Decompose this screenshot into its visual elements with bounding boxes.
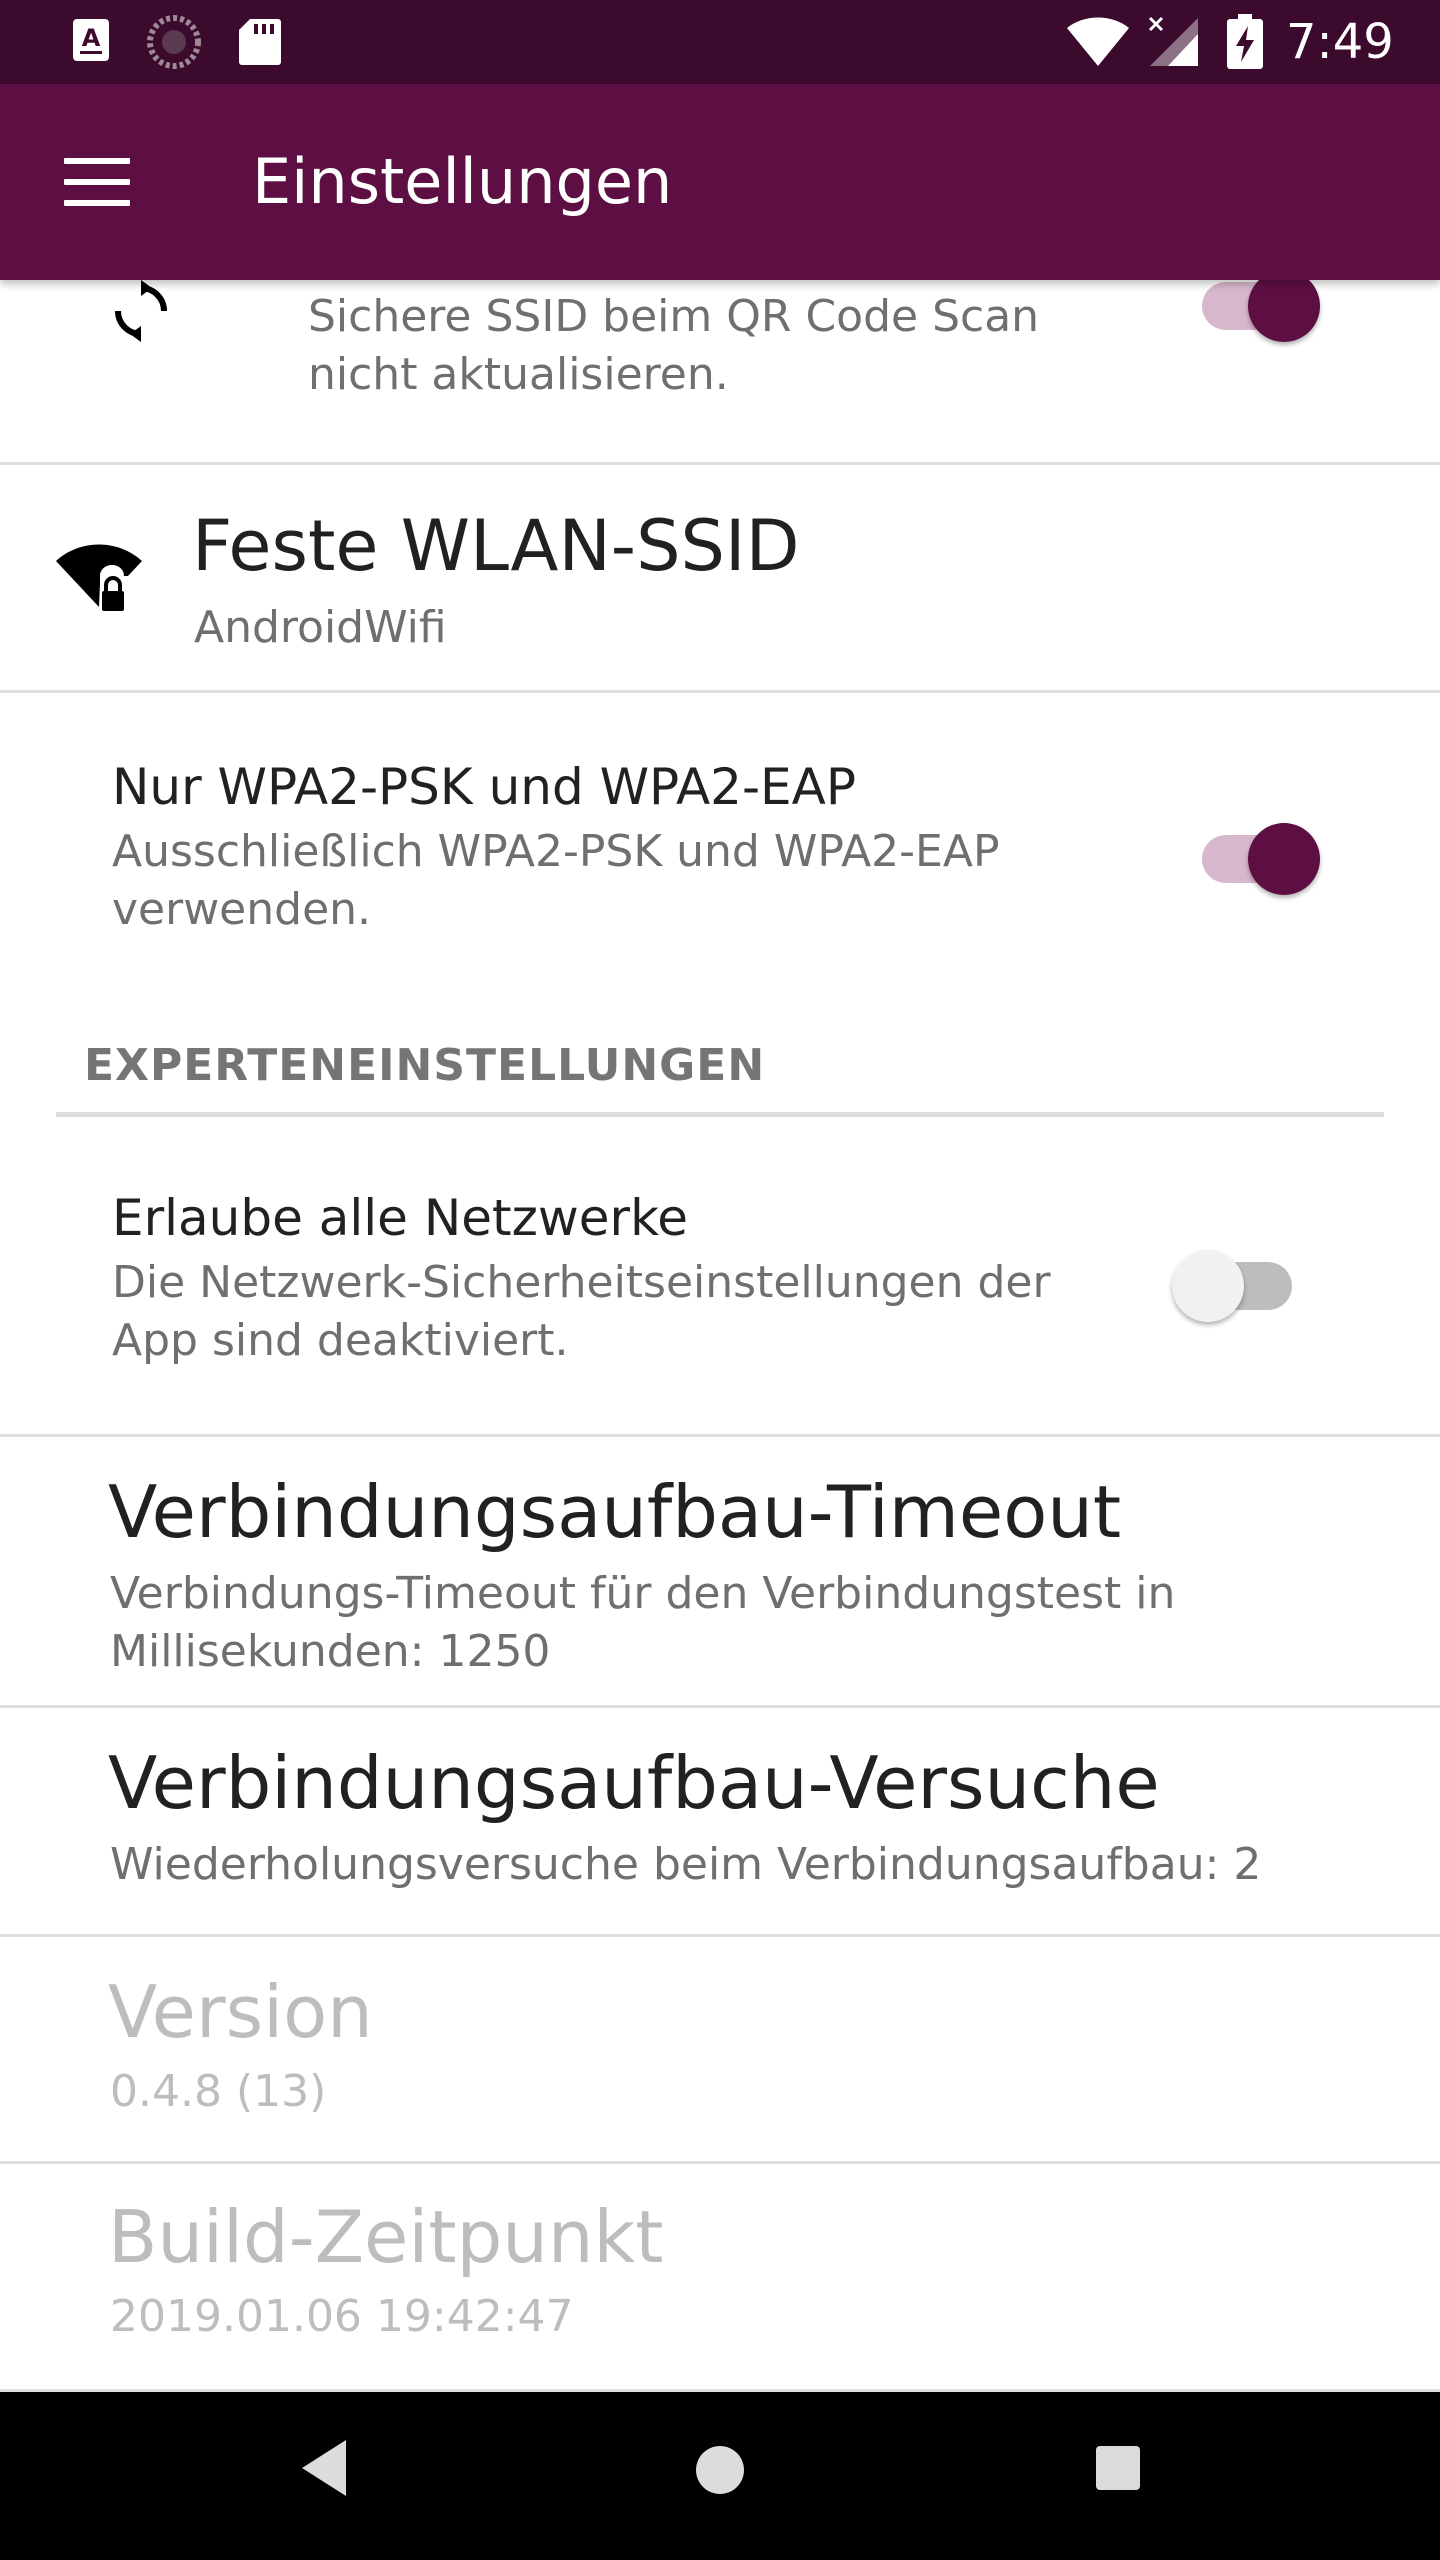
section-header-expert: EXPERTENEINSTELLUNGEN (84, 1040, 766, 1091)
status-bar: A 7:49 (0, 0, 1440, 84)
svg-text:A: A (82, 24, 101, 52)
pref-version: Version 0.4.8 (13) (0, 1937, 1440, 2161)
pref-connect-retries-summary: Wiederholungsversuche beim Verbindungsau… (110, 1839, 1262, 1890)
pref-wpa2-only[interactable]: Nur WPA2-PSK und WPA2-EAP Ausschließlich… (0, 693, 1440, 993)
wifi-icon (1067, 17, 1129, 66)
sync-progress-icon (147, 15, 201, 69)
hamburger-menu-icon[interactable] (64, 158, 130, 206)
accessibility-a-icon: A (73, 19, 109, 61)
pref-allow-all-networks-title: Erlaube alle Netzwerke (112, 1189, 689, 1247)
allow-all-networks-switch[interactable] (1172, 1236, 1302, 1322)
pref-build-time-summary: 2019.01.06 19:42:47 (110, 2291, 574, 2342)
app-bar: Einstellungen (0, 84, 1440, 280)
status-time: 7:49 (1286, 14, 1394, 70)
wifi-lock-icon (56, 544, 142, 611)
settings-screen: A 7:49 Einstellungen Sichere SSID beim Q… (0, 0, 1440, 2560)
pref-fixed-ssid-title: Feste WLAN-SSID (192, 505, 800, 587)
pref-connect-retries-title: Verbindungsaufbau-Versuche (108, 1741, 1160, 1825)
pref-wpa2-only-title: Nur WPA2-PSK und WPA2-EAP (112, 758, 856, 816)
sync-icon (115, 280, 167, 342)
sd-card-icon (239, 19, 281, 65)
pref-fixed-ssid[interactable]: Feste WLAN-SSID AndroidWifi (0, 465, 1440, 691)
wpa2-only-switch[interactable] (1196, 809, 1320, 895)
pref-connect-retries[interactable]: Verbindungsaufbau-Versuche Wiederholungs… (0, 1708, 1440, 1934)
section-divider (56, 1112, 1384, 1117)
pref-build-time-title: Build-Zeitpunkt (108, 2195, 664, 2279)
back-icon[interactable] (296, 2436, 352, 2500)
battery-charging-icon (1227, 14, 1263, 69)
pref-connect-timeout[interactable]: Verbindungsaufbau-Timeout Verbindungs-Ti… (0, 1437, 1440, 1705)
pref-fixed-ssid-summary: AndroidWifi (194, 602, 447, 653)
pref-build-time: Build-Zeitpunkt 2019.01.06 19:42:47 (0, 2164, 1440, 2390)
pref-version-summary: 0.4.8 (13) (110, 2066, 327, 2117)
pref-ssid-update-summary: Sichere SSID beim QR Code Scan nicht akt… (308, 291, 1040, 400)
pref-wpa2-only-summary: Ausschließlich WPA2-PSK und WPA2-EAP ver… (112, 826, 1000, 935)
recents-icon[interactable] (1096, 2446, 1140, 2490)
pref-version-title: Version (108, 1970, 373, 2054)
pref-connect-timeout-summary: Verbindungs-Timeout für den Verbindungst… (110, 1568, 1176, 1677)
pref-allow-all-networks[interactable]: Erlaube alle Netzwerke Die Netzwerk-Sich… (0, 1120, 1440, 1434)
pref-ssid-update[interactable]: Sichere SSID beim QR Code Scan nicht akt… (0, 270, 1440, 462)
page-title: Einstellungen (252, 145, 673, 218)
pref-allow-all-networks-summary: Die Netzwerk-Sicherheitseinstellungen de… (112, 1257, 1051, 1366)
home-icon[interactable] (696, 2446, 744, 2494)
pref-connect-timeout-title: Verbindungsaufbau-Timeout (108, 1470, 1122, 1554)
navigation-bar (0, 2392, 1440, 2560)
signal-no-data-icon (1148, 16, 1198, 66)
